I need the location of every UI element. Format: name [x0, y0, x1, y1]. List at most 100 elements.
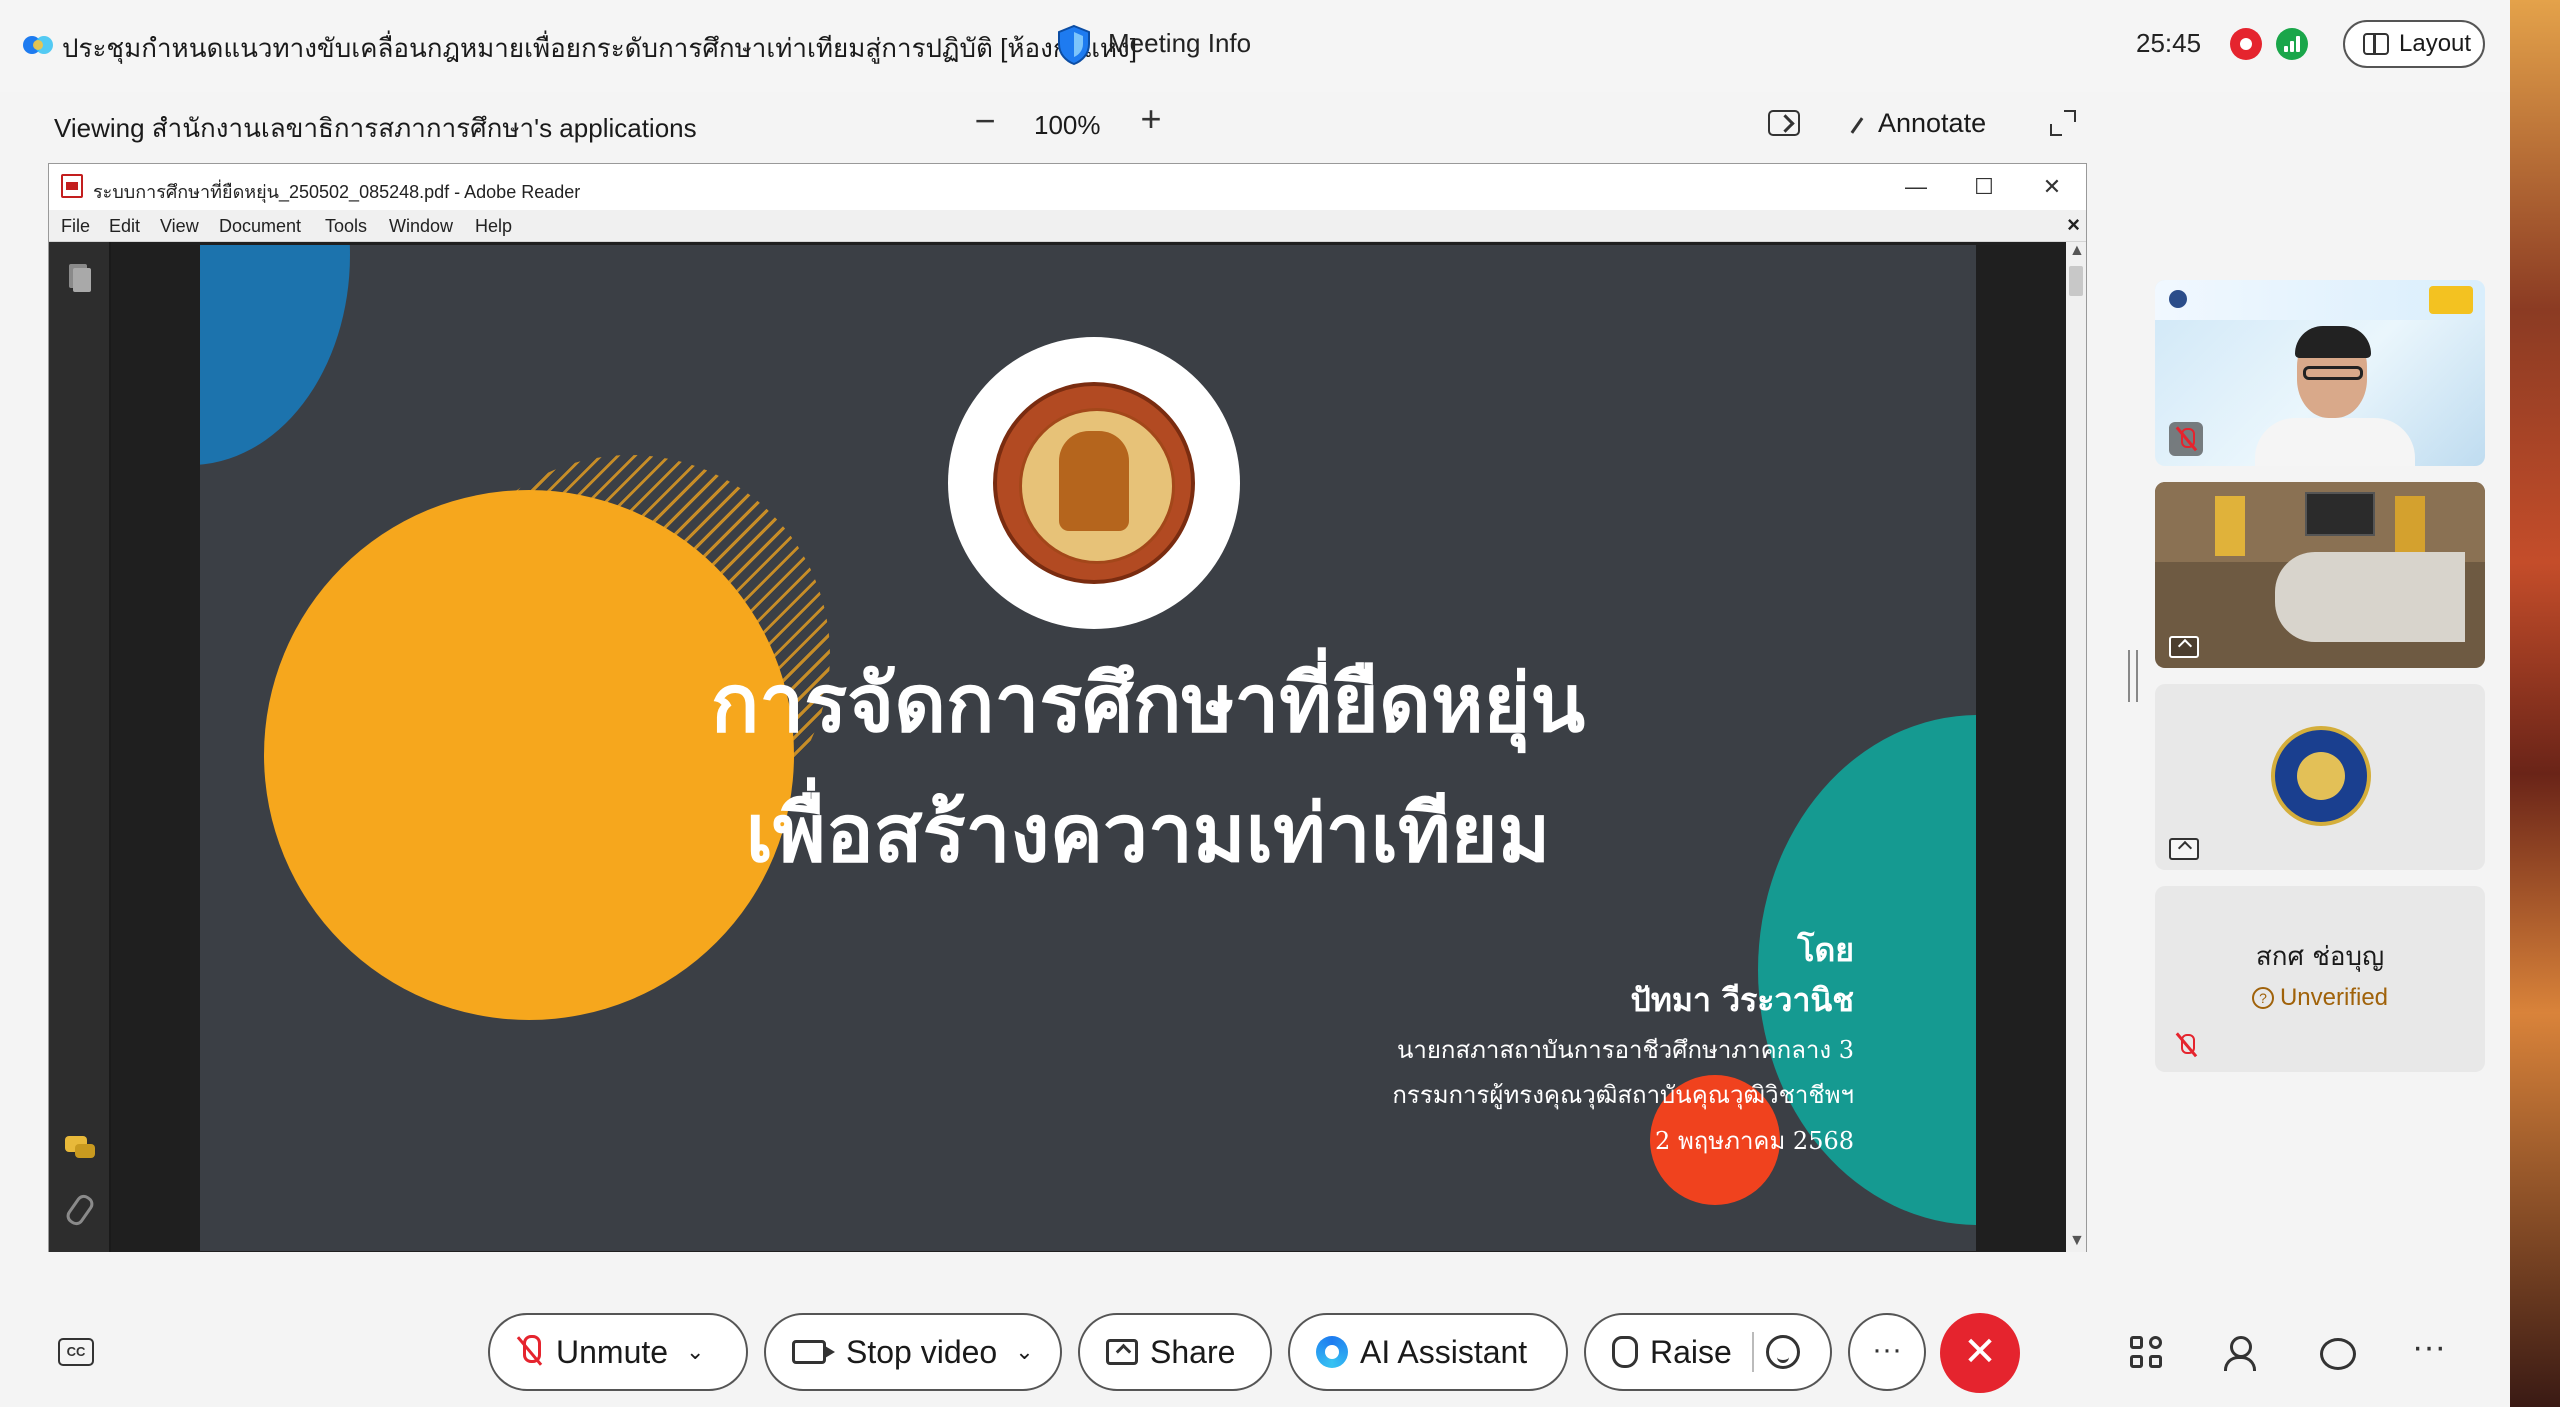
reader-navigation-pane [49, 242, 111, 1252]
slide-date: 2 พฤษภาคม 2568 [1655, 1127, 1854, 1155]
slide-title-line1: การจัดการศึกษาที่ยืดหยุ่น [710, 656, 1586, 750]
zoom-in-button[interactable]: + [1136, 98, 1166, 140]
room-flag [2215, 496, 2245, 556]
share-screen-icon [1106, 1339, 1138, 1365]
menu-edit[interactable]: Edit [109, 216, 140, 237]
scroll-up-arrow-icon[interactable]: ▲ [2069, 242, 2085, 260]
apps-icon[interactable] [2130, 1336, 2166, 1370]
close-button[interactable]: ✕ [2037, 172, 2067, 202]
annotate-button[interactable]: Annotate [1846, 108, 1986, 139]
ai-assistant-button[interactable]: AI Assistant [1288, 1313, 1568, 1391]
participant-tile-unverified[interactable]: สกศ ช่อบุญ ? Unverified [2155, 886, 2485, 1072]
reader-title-bar: ระบบการศึกษาที่ยืดหยุ่น_250502_085248.pd… [49, 164, 2086, 210]
reader-window-title: ระบบการศึกษาที่ยืดหยุ่น_250502_085248.pd… [93, 182, 581, 202]
presentation-slide: การจัดการศึกษาที่ยืดหยุ่น เพื่อสร้างความ… [200, 245, 1976, 1251]
slide-title-line2: เพื่อสร้างความเท่าเทียม [745, 786, 1551, 880]
more-options-button[interactable]: ··· [1848, 1313, 1926, 1391]
reactions-icon[interactable] [1765, 1335, 1800, 1369]
unverified-label: Unverified [2279, 984, 2389, 1011]
participant-tile-meeting-room[interactable] [2155, 482, 2485, 668]
chevron-down-icon[interactable]: ⌄ [1015, 1339, 1033, 1365]
stop-video-label: Stop video [846, 1333, 998, 1370]
participants-icon[interactable] [2224, 1336, 2260, 1371]
room-screen [2305, 492, 2375, 536]
share-label: Share [1150, 1333, 1236, 1370]
muted-mic-icon [2169, 422, 2203, 456]
menu-view[interactable]: View [160, 216, 199, 237]
organization-logo-icon [2169, 290, 2187, 308]
chevron-down-icon[interactable]: ⌄ [686, 1339, 704, 1365]
anniversary-badge-icon [2429, 286, 2473, 314]
vocational-education-commission-seal-logo [993, 382, 1195, 584]
hand-icon [1612, 1336, 1638, 1368]
vertical-scrollbar[interactable]: ▲ ▼ [2066, 242, 2086, 1252]
layout-icon [2363, 33, 2389, 55]
viewing-label: Viewing สำนักงานเลขาธิการสภาการศึกษา's a… [54, 113, 697, 143]
zoom-out-button[interactable]: − [970, 100, 1000, 142]
document-close-button[interactable]: × [2067, 212, 2080, 238]
zoom-level[interactable]: 100% [1034, 110, 1101, 141]
annotate-label: Annotate [1878, 108, 1987, 138]
separator [1751, 1332, 1754, 1372]
muted-mic-icon [516, 1335, 544, 1369]
unverified-status: ? Unverified [2155, 984, 2485, 1012]
layout-button[interactable]: Layout [2343, 20, 2485, 68]
participant-video [2255, 418, 2415, 466]
raise-hand-button[interactable]: Raise [1584, 1313, 1832, 1391]
menu-tools[interactable]: Tools [325, 216, 367, 237]
camera-icon [792, 1340, 835, 1364]
closed-captions-icon[interactable]: CC [58, 1338, 94, 1366]
participant-hair [2295, 326, 2371, 358]
shield-icon[interactable] [1056, 24, 1092, 66]
fullscreen-icon[interactable] [2050, 110, 2076, 136]
unmute-button[interactable]: Unmute ⌄ [488, 1313, 748, 1391]
scroll-thumb[interactable] [2069, 266, 2083, 296]
reader-menu-bar: File Edit View Document Tools Window Hel… [49, 210, 2086, 242]
conference-table [2275, 552, 2465, 642]
pen-icon [1846, 112, 1870, 136]
network-signal-icon[interactable] [2276, 28, 2308, 60]
slide-by-label: โดย [1797, 931, 1854, 969]
panel-resize-handle[interactable] [2128, 650, 2138, 702]
webex-logo-icon [23, 36, 53, 54]
menu-window[interactable]: Window [389, 216, 453, 237]
question-circle-icon: ? [2251, 987, 2274, 1009]
title-bar: ประชุมกำหนดแนวทางขับเคลื่อนกฎหมายเพื่อยก… [0, 0, 2510, 92]
layout-label: Layout [2399, 30, 2472, 57]
chat-icon[interactable] [2318, 1336, 2356, 1370]
minimize-button[interactable]: — [1901, 172, 1931, 202]
more-panels-button[interactable]: ··· [2412, 1328, 2446, 1367]
menu-document[interactable]: Document [219, 216, 301, 237]
comments-icon[interactable] [63, 1132, 95, 1164]
participant-name: สกศ ช่อบุญ [2255, 942, 2385, 972]
share-button[interactable]: Share [1078, 1313, 1272, 1391]
raise-label: Raise [1650, 1333, 1732, 1370]
sharing-icon [2169, 636, 2199, 658]
sharing-icon [2169, 838, 2199, 860]
attachment-icon[interactable] [63, 1194, 95, 1226]
meeting-timer: 25:45 [2136, 28, 2202, 58]
muted-mic-icon [2169, 1028, 2203, 1062]
request-control-icon[interactable] [1768, 110, 1800, 136]
room-flag [2395, 496, 2425, 556]
participant-glasses [2303, 366, 2363, 380]
pdf-file-icon [61, 174, 83, 198]
slide-speaker-role2: กรรมการผู้ทรงคุณวุฒิสถาบันคุณวุฒิวิชาชีพ… [1392, 1081, 1854, 1109]
scroll-down-arrow-icon[interactable]: ▼ [2069, 1232, 2085, 1250]
menu-file[interactable]: File [61, 216, 90, 237]
menu-help[interactable]: Help [475, 216, 512, 237]
recording-icon[interactable] [2230, 28, 2262, 60]
meeting-title: ประชุมกำหนดแนวทางขับเคลื่อนกฎหมายเพื่อยก… [62, 33, 1137, 63]
leave-meeting-button[interactable]: ✕ [1940, 1313, 2020, 1393]
participant-tile-speaker[interactable] [2155, 280, 2485, 466]
participant-tile-organization[interactable] [2155, 684, 2485, 870]
ai-assistant-icon [1316, 1336, 1348, 1368]
maximize-button[interactable]: ☐ [1969, 172, 1999, 202]
meeting-info-button[interactable]: Meeting Info [1108, 28, 1251, 59]
unmute-label: Unmute [556, 1333, 669, 1370]
pages-icon[interactable] [63, 262, 95, 294]
slide-speaker-role1: นายกสภาสถาบันการอาชีวศึกษาภาคกลาง 3 [1396, 1036, 1854, 1064]
organization-seal-avatar [2271, 726, 2371, 826]
stop-video-button[interactable]: Stop video ⌄ [764, 1313, 1062, 1391]
slide-speaker-name: ปัทมา วีระวานิช [1630, 981, 1854, 1019]
